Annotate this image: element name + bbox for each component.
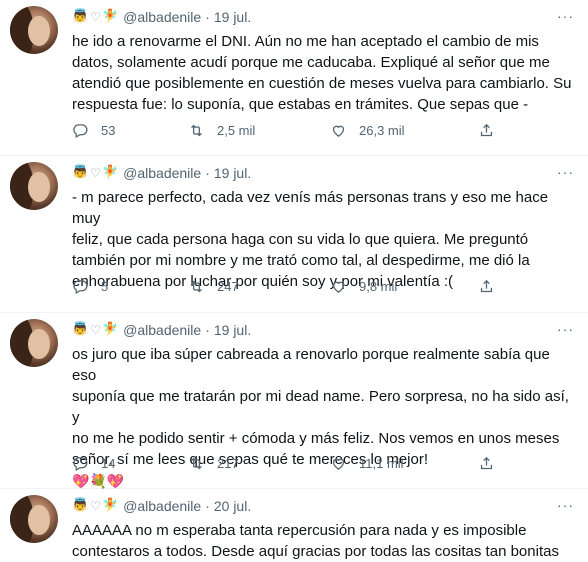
reply-count: 14 bbox=[101, 455, 116, 471]
author-emoji: 🧚 bbox=[101, 322, 119, 337]
sparkling-heart-emoji: 💖 bbox=[72, 474, 90, 490]
like-count: 26,3 mil bbox=[359, 122, 405, 138]
author-emoji: 👼 bbox=[72, 322, 89, 337]
like-count: 11,1 mil bbox=[359, 455, 404, 471]
author-emoji: 👼 bbox=[72, 9, 89, 24]
retweet-icon bbox=[191, 457, 202, 469]
like-button[interactable]: 11,1 mil bbox=[330, 455, 404, 472]
tweet-text-line: - m parece perfecto, cada vez venís más … bbox=[72, 189, 549, 227]
reply-count: 53 bbox=[101, 122, 116, 138]
author-handle[interactable]: @albadenile bbox=[123, 320, 201, 340]
separator: · bbox=[205, 9, 210, 25]
bouquet-emoji: 💐 bbox=[89, 474, 107, 490]
tweet-thread: 👼 ♡ 🧚 @albadenile · 19 jul. ··· he ido a… bbox=[0, 0, 588, 562]
author-handle[interactable]: @albadenile bbox=[123, 496, 201, 516]
tweet-actions: 5 247 9,8 mil bbox=[72, 276, 578, 296]
tweet[interactable]: 👼 ♡ 🧚 @albadenile · 19 jul. ··· - m pare… bbox=[0, 156, 588, 313]
author-emoji: ♡ bbox=[90, 166, 101, 180]
share-button[interactable] bbox=[478, 278, 495, 295]
tweet-header: 👼 ♡ 🧚 @albadenile · 20 jul. ··· bbox=[72, 495, 578, 517]
retweet-icon bbox=[191, 280, 202, 292]
tweet-text-line: también por mi nombre y me trató como ta… bbox=[72, 252, 530, 269]
retweet-button[interactable]: 247 bbox=[188, 278, 239, 295]
tweet-text-line: AAAAAA no m esperaba tanta repercusión p… bbox=[72, 522, 527, 539]
tweet[interactable]: 👼 ♡ 🧚 @albadenile · 20 jul. ··· AAAAAA n… bbox=[0, 489, 588, 562]
author-emoji: ♡ bbox=[90, 10, 101, 24]
avatar[interactable] bbox=[10, 6, 58, 54]
sparkling-heart-emoji: 💖 bbox=[106, 474, 125, 490]
retweet-button[interactable]: 2,5 mil bbox=[188, 122, 255, 139]
tweet-text-line: feliz, que cada persona haga con su vida… bbox=[72, 231, 529, 248]
avatar[interactable] bbox=[10, 495, 58, 543]
avatar[interactable] bbox=[10, 162, 58, 210]
author-emoji: 🧚 bbox=[101, 165, 119, 180]
author-emoji: 🧚 bbox=[101, 498, 119, 513]
separator: · bbox=[205, 498, 210, 514]
tweet-date[interactable]: 19 jul. bbox=[214, 320, 251, 340]
more-options-icon[interactable]: ··· bbox=[557, 6, 574, 26]
tweet-actions: 53 2,5 mil 26,3 mil bbox=[72, 120, 578, 140]
retweet-count: 247 bbox=[217, 278, 239, 294]
tweet-text: he ido a renovarme el DNI. Aún no me han… bbox=[72, 31, 578, 115]
heart-icon bbox=[332, 458, 345, 470]
more-options-icon[interactable]: ··· bbox=[557, 495, 574, 515]
tweet[interactable]: 👼 ♡ 🧚 @albadenile · 19 jul. ··· he ido a… bbox=[0, 0, 588, 156]
retweet-icon bbox=[191, 124, 202, 136]
share-button[interactable] bbox=[478, 455, 495, 472]
share-button[interactable] bbox=[478, 122, 495, 139]
reply-icon bbox=[73, 279, 88, 294]
separator: · bbox=[205, 165, 210, 181]
like-button[interactable]: 26,3 mil bbox=[330, 122, 405, 139]
tweet-text-line: atendió que posiblemente en cuestión de … bbox=[72, 75, 572, 92]
avatar[interactable] bbox=[10, 319, 58, 367]
tweet-header: 👼 ♡ 🧚 @albadenile · 19 jul. ··· bbox=[72, 162, 578, 184]
author-emoji: ♡ bbox=[90, 323, 101, 337]
tweet-text: AAAAAA no m esperaba tanta repercusión p… bbox=[72, 520, 578, 562]
tweet-text-line: respuesta fue: lo suponía, que estabas e… bbox=[72, 96, 529, 113]
author-handle[interactable]: @albadenile bbox=[123, 7, 201, 27]
author-emoji: 👼 bbox=[72, 498, 89, 513]
retweet-count: 2,5 mil bbox=[217, 122, 256, 138]
tweet-text-line: contestaros a todos. Desde aquí gracias … bbox=[72, 543, 559, 560]
author-emoji: 👼 bbox=[72, 165, 89, 180]
reply-count: 5 bbox=[101, 278, 109, 294]
share-icon bbox=[480, 456, 493, 469]
reply-button[interactable]: 14 bbox=[72, 455, 115, 472]
reply-icon bbox=[73, 123, 88, 138]
tweet-text-line: no me he podido sentir + cómoda y más fe… bbox=[72, 430, 560, 447]
tweet-header: 👼 ♡ 🧚 @albadenile · 19 jul. ··· bbox=[72, 6, 578, 28]
heart-icon bbox=[332, 281, 345, 293]
tweet-text-line: he ido a renovarme el DNI. Aún no me han… bbox=[72, 33, 539, 50]
tweet-date[interactable]: 19 jul. bbox=[214, 7, 251, 27]
tweet-date[interactable]: 19 jul. bbox=[214, 163, 251, 183]
reply-button[interactable]: 5 bbox=[72, 278, 108, 295]
retweet-button[interactable]: 217 bbox=[188, 455, 239, 472]
reply-icon bbox=[73, 456, 88, 471]
separator: · bbox=[205, 322, 210, 338]
like-count: 9,8 mil bbox=[359, 278, 398, 294]
retweet-count: 217 bbox=[217, 455, 239, 471]
reply-button[interactable]: 53 bbox=[72, 122, 115, 139]
tweet-text-line: os juro que iba súper cabreada a renovar… bbox=[72, 346, 550, 384]
tweet-text-line: datos, solamente acudí porque me caducab… bbox=[72, 54, 550, 71]
share-icon bbox=[480, 279, 493, 292]
tweet-actions: 14 217 11,1 mil bbox=[72, 453, 578, 473]
more-options-icon[interactable]: ··· bbox=[557, 162, 574, 182]
like-button[interactable]: 9,8 mil bbox=[330, 278, 397, 295]
heart-icon bbox=[332, 125, 345, 137]
tweet-date[interactable]: 20 jul. bbox=[214, 496, 251, 516]
author-handle[interactable]: @albadenile bbox=[123, 163, 201, 183]
more-options-icon[interactable]: ··· bbox=[557, 319, 574, 339]
author-emoji: ♡ bbox=[90, 499, 101, 513]
author-emoji: 🧚 bbox=[101, 9, 119, 24]
share-icon bbox=[480, 123, 493, 136]
tweet-header: 👼 ♡ 🧚 @albadenile · 19 jul. ··· bbox=[72, 319, 578, 341]
tweet-text-line: suponía que me tratarán por mi dead name… bbox=[72, 388, 569, 426]
tweet[interactable]: 👼 ♡ 🧚 @albadenile · 19 jul. ··· os juro … bbox=[0, 313, 588, 490]
